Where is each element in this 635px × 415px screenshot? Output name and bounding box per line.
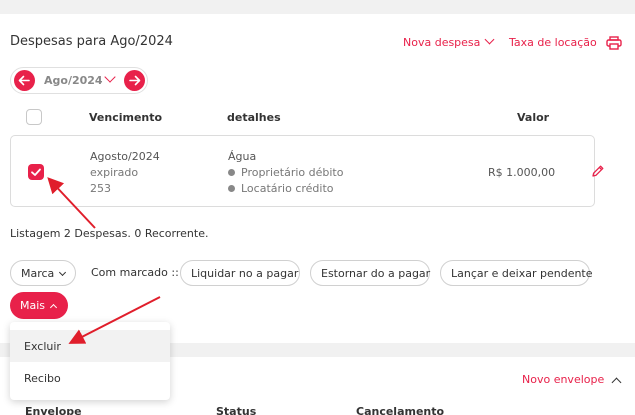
detail-tenant-credit-label: Locatário crédito <box>241 182 334 195</box>
column-header-vencimento: Vencimento <box>89 111 163 124</box>
status-column-header: Status <box>216 405 257 415</box>
period-label: Ago/2024 <box>44 74 103 87</box>
column-header-detalhes: detalhes <box>227 111 281 124</box>
liquidar-button[interactable]: Liquidar no a pagar <box>180 260 300 286</box>
menu-item-recibo[interactable]: Recibo <box>10 362 170 394</box>
row-checkbox[interactable] <box>28 164 44 180</box>
vencimento-value: Agosto/2024 <box>90 150 160 163</box>
edit-pencil-icon[interactable] <box>591 164 605 178</box>
top-strip <box>0 0 635 14</box>
lancar-pendente-button[interactable]: Lançar e deixar pendente <box>440 260 593 286</box>
check-icon <box>31 168 41 176</box>
page-title: Despesas para Ago/2024 <box>10 34 173 49</box>
nova-despesa-button[interactable]: Nova despesa <box>403 34 495 49</box>
printer-icon[interactable] <box>606 36 622 50</box>
mais-dropdown-menu: Excluir Recibo <box>10 322 170 400</box>
select-all-checkbox[interactable] <box>26 109 42 125</box>
next-period-button[interactable] <box>124 70 145 91</box>
detail-title: Água <box>228 150 257 163</box>
bullet-icon <box>228 185 235 192</box>
table-row: Agosto/2024 expirado 253 Água Proprietár… <box>10 135 604 207</box>
chevron-up-icon <box>49 303 58 312</box>
cancelamento-column-header: Cancelamento <box>356 405 445 415</box>
bullet-icon <box>228 169 235 176</box>
detail-tenant-credit: Locatário crédito <box>228 182 334 195</box>
mais-label: Mais <box>20 299 46 312</box>
nova-despesa-label: Nova despesa <box>403 36 481 49</box>
marca-label: Marca <box>21 267 55 280</box>
listing-summary: Listagem 2 Despesas. 0 Recorrente. <box>10 227 209 240</box>
detail-owner-debit: Proprietário débito <box>228 166 343 179</box>
chevron-down-icon <box>484 34 495 45</box>
code-text: 253 <box>90 182 111 195</box>
envelope-column-header: Envelope <box>25 405 82 415</box>
detail-owner-debit-label: Proprietário débito <box>241 166 344 179</box>
mais-button[interactable]: Mais <box>10 292 68 319</box>
taxa-locacao-link[interactable]: Taxa de locação <box>509 36 597 49</box>
status-text: expirado <box>90 166 139 179</box>
arrow-left-icon <box>18 75 30 86</box>
estornar-button[interactable]: Estornar do a pagar <box>310 260 430 286</box>
com-marcado-label: Com marcado :: <box>91 266 179 279</box>
collapse-chevron-icon[interactable] <box>611 377 622 388</box>
arrow-right-icon <box>129 75 141 86</box>
period-dropdown-icon[interactable] <box>104 71 116 83</box>
menu-item-excluir[interactable]: Excluir <box>10 330 170 362</box>
novo-envelope-button[interactable]: Novo envelope <box>522 373 604 386</box>
marca-dropdown[interactable]: Marca <box>10 260 76 286</box>
previous-period-button[interactable] <box>14 70 35 91</box>
chevron-down-icon <box>59 268 67 277</box>
valor-value: R$ 1.000,00 <box>488 166 556 179</box>
period-selector: Ago/2024 <box>10 67 148 94</box>
column-header-valor: Valor <box>517 111 550 124</box>
